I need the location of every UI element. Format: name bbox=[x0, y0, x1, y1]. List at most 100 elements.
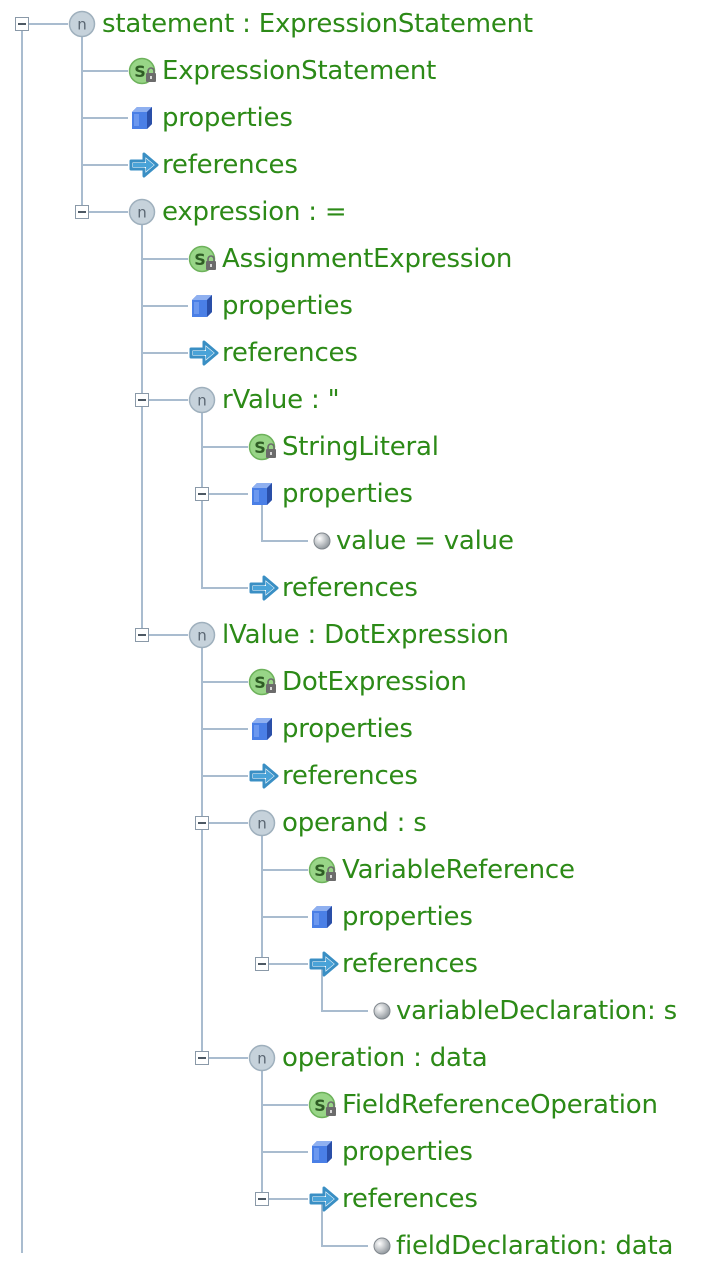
node-icon: n bbox=[248, 1043, 276, 1077]
tree-item-properties[interactable]: properties bbox=[0, 894, 722, 940]
collapse-toggle-icon[interactable] bbox=[135, 628, 149, 642]
tree-item-references[interactable]: references bbox=[0, 142, 722, 188]
svg-text:S: S bbox=[254, 673, 266, 692]
tree-item-node[interactable]: n lValue : DotExpression bbox=[0, 612, 722, 658]
references-icon bbox=[128, 150, 160, 184]
properties-icon bbox=[128, 103, 156, 137]
tree-item-label: VariableReference bbox=[342, 855, 575, 885]
tree-item-label: properties bbox=[342, 1137, 473, 1167]
tree-item-references[interactable]: references bbox=[0, 330, 722, 376]
tree-item-label: StringLiteral bbox=[282, 432, 439, 462]
references-icon bbox=[308, 1184, 340, 1218]
project-tree: n statement : ExpressionStatement S Express… bbox=[0, 0, 722, 1261]
svg-text:n: n bbox=[197, 627, 207, 645]
tree-item-node[interactable]: n operation : data bbox=[0, 1035, 722, 1081]
tree-item-label: properties bbox=[222, 291, 353, 321]
references-icon bbox=[248, 761, 280, 795]
concept-icon: S bbox=[248, 432, 278, 468]
node-icon: n bbox=[128, 197, 156, 231]
tree-item-label: rValue : " bbox=[222, 385, 340, 415]
node-icon: n bbox=[68, 9, 96, 43]
tree-item-label: properties bbox=[162, 103, 293, 133]
tree-item-label: DotExpression bbox=[282, 667, 467, 697]
tree-item-label: properties bbox=[342, 902, 473, 932]
svg-text:S: S bbox=[254, 438, 266, 457]
references-icon bbox=[308, 949, 340, 983]
property-value-icon bbox=[371, 1231, 393, 1265]
tree-item-label: references bbox=[282, 761, 418, 791]
tree-item-label: operand : s bbox=[282, 808, 427, 838]
tree-item-concept[interactable]: S StringLiteral bbox=[0, 424, 722, 470]
concept-icon: S bbox=[128, 56, 158, 92]
tree-item-properties[interactable]: properties bbox=[0, 283, 722, 329]
tree-item-references[interactable]: references bbox=[0, 565, 722, 611]
tree-item-label: variableDeclaration: s bbox=[396, 996, 677, 1026]
tree-item-properties[interactable]: properties bbox=[0, 95, 722, 141]
tree-item-label: references bbox=[342, 949, 478, 979]
tree-item-properties[interactable]: properties bbox=[0, 1129, 722, 1175]
tree-item-label: references bbox=[162, 150, 298, 180]
tree-item-references[interactable]: references bbox=[0, 753, 722, 799]
tree-item-references[interactable]: references bbox=[0, 941, 722, 987]
tree-item-label: statement : ExpressionStatement bbox=[102, 9, 533, 39]
tree-item-label: references bbox=[222, 338, 358, 368]
collapse-toggle-icon[interactable] bbox=[195, 487, 209, 501]
tree-item-label: lValue : DotExpression bbox=[222, 620, 509, 650]
tree-item-concept[interactable]: S ExpressionStatement bbox=[0, 48, 722, 94]
tree-item-node[interactable]: n rValue : " bbox=[0, 377, 722, 423]
tree-item-label: operation : data bbox=[282, 1043, 488, 1073]
svg-text:n: n bbox=[197, 392, 207, 410]
concept-icon: S bbox=[248, 667, 278, 703]
tree-item-concept[interactable]: S FieldReferenceOperation bbox=[0, 1082, 722, 1128]
svg-text:n: n bbox=[77, 16, 87, 34]
properties-icon bbox=[308, 1137, 336, 1171]
node-icon: n bbox=[188, 385, 216, 419]
svg-text:S: S bbox=[134, 62, 146, 81]
concept-icon: S bbox=[308, 1090, 338, 1126]
tree-item-label: fieldDeclaration: data bbox=[396, 1231, 674, 1261]
svg-text:S: S bbox=[194, 250, 206, 269]
svg-text:S: S bbox=[314, 861, 326, 880]
tree-item-node[interactable]: n expression : = bbox=[0, 189, 722, 235]
properties-icon bbox=[248, 479, 276, 513]
concept-icon: S bbox=[308, 855, 338, 891]
property-value-icon bbox=[371, 996, 393, 1030]
tree-item-property[interactable]: value = value bbox=[0, 518, 722, 564]
references-icon bbox=[188, 338, 220, 372]
tree-item-node[interactable]: n operand : s bbox=[0, 800, 722, 846]
tree-item-properties[interactable]: properties bbox=[0, 471, 722, 517]
collapse-toggle-icon[interactable] bbox=[255, 1192, 269, 1206]
svg-text:n: n bbox=[257, 815, 267, 833]
tree-item-label: value = value bbox=[336, 526, 514, 556]
tree-item-label: ExpressionStatement bbox=[162, 56, 437, 86]
tree-item-label: properties bbox=[282, 714, 413, 744]
collapse-toggle-icon[interactable] bbox=[195, 816, 209, 830]
tree-item-label: FieldReferenceOperation bbox=[342, 1090, 658, 1120]
collapse-toggle-icon[interactable] bbox=[135, 393, 149, 407]
collapse-toggle-icon[interactable] bbox=[255, 957, 269, 971]
node-icon: n bbox=[248, 808, 276, 842]
node-icon: n bbox=[188, 620, 216, 654]
collapse-toggle-icon[interactable] bbox=[195, 1051, 209, 1065]
collapse-toggle-icon[interactable] bbox=[75, 205, 89, 219]
tree-item-concept[interactable]: S VariableReference bbox=[0, 847, 722, 893]
svg-text:S: S bbox=[314, 1096, 326, 1115]
tree-item-concept[interactable]: S AssignmentExpression bbox=[0, 236, 722, 282]
tree-item-references[interactable]: references bbox=[0, 1176, 722, 1222]
tree-item-label: properties bbox=[282, 479, 413, 509]
tree-item-property[interactable]: fieldDeclaration: data bbox=[0, 1223, 722, 1269]
svg-text:n: n bbox=[137, 204, 147, 222]
tree-item-node[interactable]: n statement : ExpressionStatement bbox=[0, 1, 722, 47]
tree-item-properties[interactable]: properties bbox=[0, 706, 722, 752]
collapse-toggle-icon[interactable] bbox=[15, 17, 29, 31]
concept-icon: S bbox=[188, 244, 218, 280]
tree-item-label: AssignmentExpression bbox=[222, 244, 513, 274]
properties-icon bbox=[308, 902, 336, 936]
tree-item-label: references bbox=[282, 573, 418, 603]
property-value-icon bbox=[311, 526, 333, 560]
tree-item-label: references bbox=[342, 1184, 478, 1214]
tree-item-property[interactable]: variableDeclaration: s bbox=[0, 988, 722, 1034]
references-icon bbox=[248, 573, 280, 607]
properties-icon bbox=[188, 291, 216, 325]
tree-item-concept[interactable]: S DotExpression bbox=[0, 659, 722, 705]
